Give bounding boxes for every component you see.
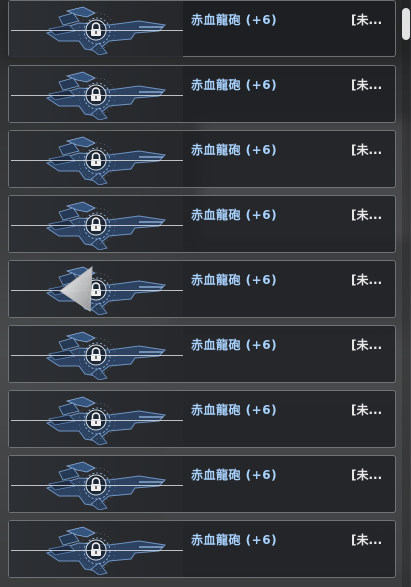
item-thumbnail — [9, 196, 183, 252]
item-status: [未... — [351, 78, 383, 92]
divider — [11, 160, 183, 161]
divider — [11, 30, 183, 31]
divider — [11, 225, 183, 226]
list-item[interactable]: 赤血龍砲 (+6) [未... — [8, 325, 396, 383]
divider — [11, 290, 183, 291]
list-item[interactable]: 赤血龍砲 (+6) [未... — [8, 390, 396, 448]
item-status: [未... — [351, 468, 383, 482]
item-name: 赤血龍砲 (+6) — [191, 468, 278, 482]
item-status: [未... — [351, 13, 383, 27]
divider — [11, 420, 183, 421]
list-item[interactable]: 赤血龍砲 (+6) [未... — [8, 0, 396, 57]
item-status: [未... — [351, 403, 383, 417]
divider — [11, 485, 183, 486]
scrollbar-thumb[interactable] — [402, 8, 410, 40]
item-name: 赤血龍砲 (+6) — [191, 273, 278, 287]
item-status: [未... — [351, 273, 383, 287]
list-item[interactable]: 赤血龍砲 (+6) [未... — [8, 65, 396, 123]
item-name: 赤血龍砲 (+6) — [191, 338, 278, 352]
item-thumbnail — [9, 1, 183, 57]
item-name: 赤血龍砲 (+6) — [191, 13, 278, 27]
item-name: 赤血龍砲 (+6) — [191, 403, 278, 417]
list-item[interactable]: 赤血龍砲 (+6) [未... — [8, 520, 396, 578]
item-status: [未... — [351, 338, 383, 352]
item-name: 赤血龍砲 (+6) — [191, 78, 278, 92]
divider — [11, 355, 183, 356]
item-name: 赤血龍砲 (+6) — [191, 533, 278, 547]
item-thumbnail — [9, 456, 183, 512]
item-name: 赤血龍砲 (+6) — [191, 208, 278, 222]
item-thumbnail — [9, 131, 183, 187]
item-thumbnail — [9, 521, 183, 577]
scrollbar[interactable] — [402, 0, 410, 587]
item-status: [未... — [351, 533, 383, 547]
divider — [11, 95, 183, 96]
item-status: [未... — [351, 143, 383, 157]
cursor-icon — [59, 265, 93, 312]
item-thumbnail — [9, 326, 183, 382]
list-item[interactable]: 赤血龍砲 (+6) [未... — [8, 455, 396, 513]
item-status: [未... — [351, 208, 383, 222]
item-thumbnail — [9, 261, 183, 317]
divider — [11, 550, 183, 551]
item-thumbnail — [9, 66, 183, 122]
item-name: 赤血龍砲 (+6) — [191, 143, 278, 157]
item-thumbnail — [9, 391, 183, 447]
list-item[interactable]: 赤血龍砲 (+6) [未... — [8, 130, 396, 188]
list-item[interactable]: 赤血龍砲 (+6) [未... — [8, 195, 396, 253]
